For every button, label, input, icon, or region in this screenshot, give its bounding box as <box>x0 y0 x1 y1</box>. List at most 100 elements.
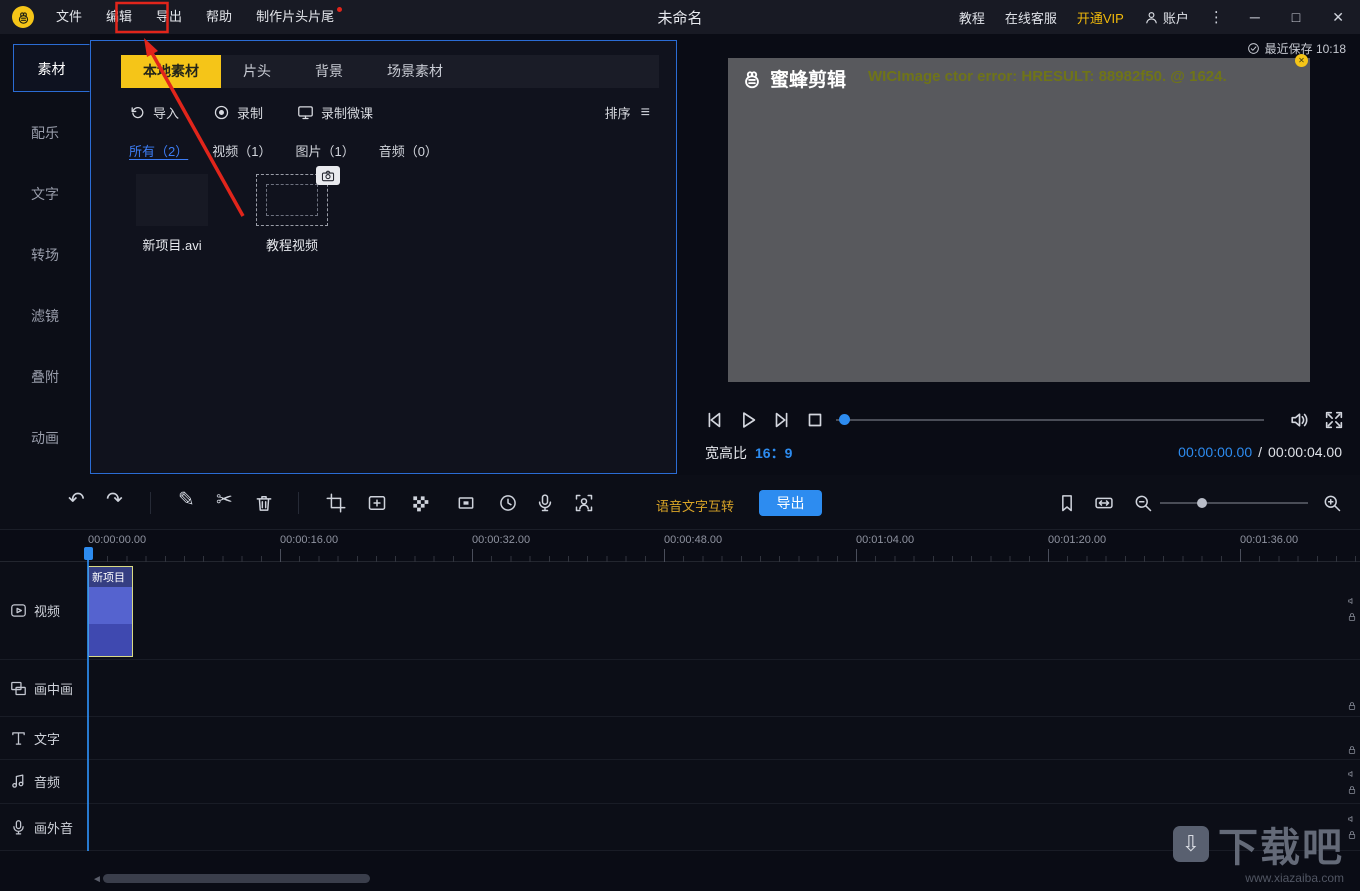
cut-icon[interactable]: ✂ <box>216 489 233 511</box>
track-text-header: 文字 <box>0 717 86 759</box>
titlebar: 文件 编辑 导出 帮助 制作片头片尾 未命名 教程 在线客服 开通VIP 账户 … <box>0 0 1360 34</box>
mute-icon[interactable] <box>1347 814 1357 824</box>
crop-icon[interactable] <box>326 493 346 513</box>
time-separator: / <box>1258 444 1262 460</box>
playhead-handle[interactable] <box>84 547 93 560</box>
fullscreen-icon[interactable] <box>1323 409 1345 431</box>
record-lecture-button[interactable]: 录制微课 <box>297 103 373 122</box>
sort-button[interactable]: 排序 ≡ <box>605 103 650 122</box>
lock-icon[interactable] <box>1347 701 1357 711</box>
more-menu-icon[interactable]: ⋮ <box>1209 8 1224 26</box>
horizontal-scrollbar[interactable] <box>103 874 370 883</box>
ruler-ticks <box>88 548 1360 562</box>
filter-audio[interactable]: 音频（0） <box>379 141 438 160</box>
stop-button[interactable] <box>804 409 826 431</box>
zoom-in-icon[interactable] <box>1322 493 1342 513</box>
lock-icon[interactable] <box>1347 612 1357 622</box>
sidebar-item-overlay[interactable]: 叠附 <box>0 353 90 401</box>
canvas-size-icon[interactable] <box>367 493 387 513</box>
tutorial-link[interactable]: 教程 <box>959 8 985 27</box>
record-button[interactable]: 录制 <box>213 103 263 122</box>
lock-icon[interactable] <box>1347 830 1357 840</box>
tab-intro[interactable]: 片头 <box>221 55 293 88</box>
mosaic-icon[interactable] <box>410 493 430 513</box>
timeline-zoom-handle[interactable] <box>1197 498 1207 508</box>
zoom-out-icon[interactable] <box>1133 493 1153 513</box>
filter-image[interactable]: 图片（1） <box>295 141 354 160</box>
sidebar-item-music[interactable]: 配乐 <box>0 109 90 157</box>
media-item-list: 新项目.avi 教程视频 <box>127 174 337 254</box>
app-logo-bee-icon <box>12 6 34 28</box>
track-audio-header: 音频 <box>0 760 86 803</box>
close-button[interactable]: ✕ <box>1326 9 1350 26</box>
online-support-link[interactable]: 在线客服 <box>1005 8 1057 27</box>
previous-frame-button[interactable] <box>703 409 725 431</box>
account-button[interactable]: 账户 <box>1144 8 1189 27</box>
mute-icon[interactable] <box>1347 769 1357 779</box>
media-panel: 本地素材 片头 背景 场景素材 导入 录制 录制微课 排序 ≡ 所有（2） 视频… <box>90 40 677 474</box>
export-button[interactable]: 导出 <box>759 490 822 516</box>
seek-slider-handle[interactable] <box>839 414 850 425</box>
maximize-button[interactable]: □ <box>1286 9 1306 25</box>
sidebar-item-filter[interactable]: 滤镜 <box>0 292 90 340</box>
redo-icon[interactable]: ↷ <box>106 489 123 511</box>
media-thumbnail-placeholder <box>256 174 328 226</box>
scroll-left-arrow[interactable]: ◄ <box>92 874 102 885</box>
mute-icon[interactable] <box>1347 596 1357 606</box>
left-sidebar: 素材 配乐 文字 转场 滤镜 叠附 动画 <box>0 34 90 475</box>
sidebar-item-animation[interactable]: 动画 <box>0 414 90 462</box>
track-voiceover-header: 画外音 <box>0 804 86 850</box>
seek-slider[interactable] <box>836 419 1264 421</box>
timeline-zoom-slider[interactable] <box>1160 502 1308 504</box>
portrait-cutout-icon[interactable] <box>574 493 594 513</box>
import-button[interactable]: 导入 <box>129 103 179 122</box>
aspect-ratio-value[interactable]: 16：9 <box>755 443 792 463</box>
edit-icon[interactable]: ✎ <box>178 489 195 511</box>
person-icon <box>1144 10 1159 25</box>
watermark-site: www.xiazaiba.com <box>1173 871 1344 885</box>
video-track-icon <box>10 602 27 619</box>
sidebar-item-transition[interactable]: 转场 <box>0 231 90 279</box>
menu-make-intro-outro[interactable]: 制作片头片尾 <box>244 0 346 34</box>
menu-file[interactable]: 文件 <box>44 0 94 34</box>
aspect-ratio-row: 宽高比 16：9 <box>705 443 792 463</box>
brand-name: 蜜蜂剪辑 <box>770 65 846 92</box>
ruler-label: 00:01:36.00 <box>1240 534 1298 546</box>
save-status: 最近保存 10:18 <box>1247 40 1346 57</box>
watermark-name: 下载吧 <box>1218 815 1344 873</box>
undo-icon[interactable]: ↶ <box>68 489 85 511</box>
vip-link[interactable]: 开通VIP <box>1077 8 1124 27</box>
sidebar-item-material[interactable]: 素材 <box>13 44 90 92</box>
sort-label: 排序 <box>605 103 631 122</box>
new-badge-dot <box>337 7 342 12</box>
marker-icon[interactable] <box>1057 493 1077 513</box>
minimize-button[interactable]: ─ <box>1244 9 1266 25</box>
fit-width-icon[interactable] <box>1094 493 1114 513</box>
brand-watermark: 蜜蜂剪辑 <box>740 65 846 92</box>
filter-all[interactable]: 所有（2） <box>129 141 188 160</box>
menu-make-intro-outro-label: 制作片头片尾 <box>256 9 334 24</box>
media-item-tutorial[interactable]: 教程视频 <box>247 174 337 254</box>
menu-edit[interactable]: 编辑 <box>94 0 144 34</box>
tab-scene-material[interactable]: 场景素材 <box>365 55 465 88</box>
video-preview-canvas: 蜜蜂剪辑 WICImage ctor error: HRESULT: 88982… <box>728 58 1310 382</box>
lock-icon[interactable] <box>1347 785 1357 795</box>
freeze-frame-icon[interactable] <box>456 493 476 513</box>
tab-background[interactable]: 背景 <box>293 55 365 88</box>
media-item-video[interactable]: 新项目.avi <box>127 174 217 254</box>
play-button[interactable] <box>737 409 759 431</box>
lock-icon[interactable] <box>1347 745 1357 755</box>
filter-video[interactable]: 视频（1） <box>212 141 271 160</box>
toolbar-divider <box>150 492 151 514</box>
delete-icon[interactable] <box>254 493 274 513</box>
volume-icon[interactable] <box>1289 409 1311 431</box>
next-frame-button[interactable] <box>771 409 793 431</box>
voiceover-mic-icon[interactable] <box>535 493 555 513</box>
speech-text-convert-link[interactable]: 语音文字互转 <box>656 496 734 515</box>
tab-local-material[interactable]: 本地素材 <box>121 55 221 88</box>
sidebar-item-text[interactable]: 文字 <box>0 170 90 218</box>
menu-export[interactable]: 导出 <box>144 0 194 34</box>
duration-icon[interactable] <box>498 493 518 513</box>
menu-help[interactable]: 帮助 <box>194 0 244 34</box>
timeline-clip[interactable]: 新项目 <box>88 566 133 657</box>
